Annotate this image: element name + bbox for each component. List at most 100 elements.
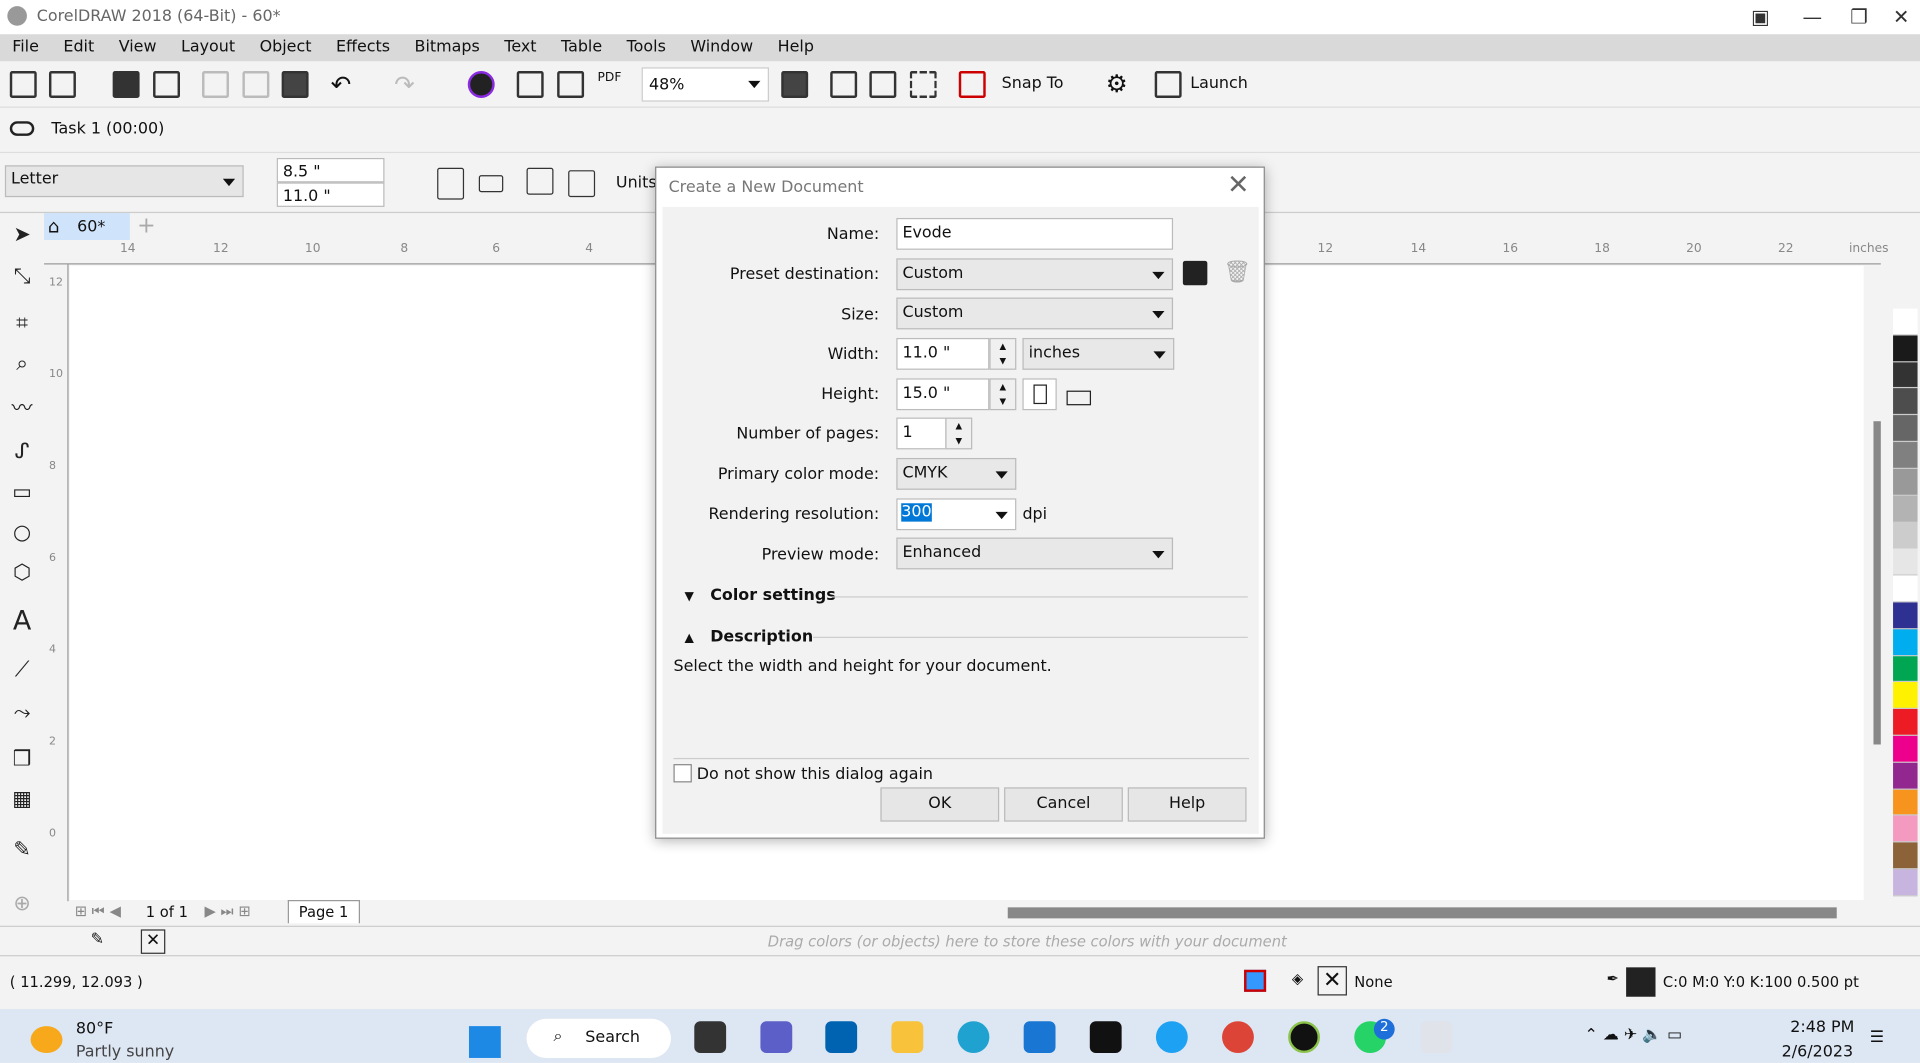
preview-mode-select[interactable]: Enhanced [896,537,1174,570]
palette-swatch[interactable] [1893,602,1918,630]
edge-icon[interactable] [957,1021,990,1054]
outline-pen-icon[interactable]: ✒ [1607,970,1619,987]
expand-arrow-icon[interactable]: ▼ [684,590,693,603]
palette-swatch[interactable] [1893,762,1918,790]
ellipse-tool-icon[interactable]: ○ [10,520,34,544]
menu-tools[interactable]: Tools [614,34,678,61]
horizontal-scrollbar[interactable] [1007,907,1837,919]
artistic-media-icon[interactable]: ᔑ [10,440,34,464]
dont-show-checkbox[interactable] [673,764,692,783]
notifications-icon[interactable]: ☰ [1870,1029,1884,1047]
page-size-select[interactable]: Letter [4,165,244,198]
start-button[interactable] [468,1026,501,1058]
paste-icon[interactable] [281,71,309,98]
task-dropdown[interactable]: Task 1 (00:00) [51,120,164,138]
delete-preset-icon[interactable]: 🗑 [1223,260,1251,286]
menu-file[interactable]: File [0,34,51,61]
restore-button[interactable]: ❐ [1850,5,1868,28]
save-icon[interactable] [112,71,140,98]
crop-tool-icon[interactable]: ⌗ [10,311,34,335]
palette-swatch[interactable] [1893,388,1918,416]
file-explorer-icon[interactable] [891,1021,924,1054]
snipping-tool-icon[interactable] [1420,1021,1453,1054]
add-tool-icon[interactable]: ⊕ [10,891,34,915]
palette-swatch[interactable] [1893,495,1918,523]
collapse-arrow-icon[interactable]: ▲ [684,632,693,645]
all-pages-icon[interactable] [526,167,554,195]
width-spinner[interactable]: ▲ ▼ [989,337,1017,370]
save-preset-icon[interactable] [1182,260,1208,286]
palette-swatch[interactable] [1893,709,1918,736]
pages-input[interactable]: 1 [896,417,947,450]
palette-swatch[interactable] [1893,816,1918,843]
teams-icon[interactable] [760,1021,793,1054]
landscape-icon[interactable] [478,175,504,193]
menu-bitmaps[interactable]: Bitmaps [402,34,492,61]
color-settings-section[interactable]: Color settings [710,587,836,605]
menu-object[interactable]: Object [247,34,323,61]
page-height-input[interactable]: 11.0 " [276,182,385,207]
guidelines-icon[interactable] [909,71,937,98]
name-input[interactable]: Evode [896,217,1174,250]
connector-tool-icon[interactable]: ⤳ [10,700,34,724]
grid-icon[interactable] [869,71,897,98]
landscape-orientation-button[interactable] [1066,390,1092,406]
weather-icon[interactable] [30,1026,63,1054]
palette-swatch[interactable] [1893,442,1918,469]
menu-effects[interactable]: Effects [324,34,403,61]
dialog-close-icon[interactable]: ✕ [1227,170,1250,201]
import-icon[interactable] [516,71,544,98]
twitter-icon[interactable] [1155,1021,1188,1054]
launch-dropdown[interactable]: Launch [1190,75,1248,93]
palette-swatch[interactable] [1893,468,1918,496]
outline-color-swatch[interactable] [1626,967,1656,997]
store-icon[interactable] [825,1021,858,1054]
undo-icon[interactable]: ↶ [331,70,352,99]
shape-tool-icon[interactable]: ⤡ [10,264,34,288]
description-section[interactable]: Description [710,628,813,646]
color-mode-select[interactable]: CMYK [896,457,1017,490]
fill-icon[interactable]: ◈ [1292,970,1303,987]
drop-shadow-icon[interactable]: ❒ [10,747,34,771]
size-select[interactable]: Custom [896,297,1174,330]
palette-swatch[interactable] [1893,575,1918,603]
rectangle-tool-icon[interactable]: ▭ [10,480,34,504]
eyedropper-icon[interactable]: ✎ [91,931,104,949]
pages-spinner[interactable]: ▲ ▼ [945,417,973,450]
task-view-icon[interactable] [694,1021,727,1054]
clock-time[interactable]: 2:48 PM [1790,1019,1854,1037]
taskbar-search[interactable]: ⌕ Search [526,1018,672,1058]
dimension-tool-icon[interactable]: ⟋ [10,658,34,682]
current-page-icon[interactable] [568,170,596,198]
preset-select[interactable]: Custom [896,258,1174,291]
publish-pdf-icon[interactable]: PDF [598,71,622,84]
palette-swatch[interactable] [1893,842,1918,870]
open-icon[interactable] [48,71,76,98]
resolution-combo[interactable]: 300 [896,498,1017,531]
palette-swatch[interactable] [1893,335,1918,362]
help-button[interactable]: Help [1127,787,1247,822]
corel-connect-icon[interactable] [467,71,495,98]
page-width-input[interactable]: 8.5 " [276,157,385,183]
portrait-orientation-button[interactable] [1022,378,1057,411]
menu-table[interactable]: Table [549,34,615,61]
palette-swatch[interactable] [1893,415,1918,443]
no-fill-swatch[interactable]: ✕ [1317,966,1347,996]
palette-swatch[interactable] [1893,735,1918,763]
pick-tool-icon[interactable]: ➤ [10,223,34,247]
minimize-button[interactable]: — [1802,5,1822,28]
snap-off-icon[interactable] [958,71,986,98]
menu-edit[interactable]: Edit [51,34,106,61]
redo-icon[interactable]: ↷ [394,70,415,99]
account-icon[interactable]: ▣ [1751,5,1770,28]
palette-swatch[interactable] [1893,655,1918,683]
export-icon[interactable] [557,71,585,98]
menu-view[interactable]: View [106,34,168,61]
add-tab-icon[interactable]: + [137,213,155,239]
palette-swatch[interactable] [1893,789,1918,817]
full-screen-icon[interactable] [781,71,809,98]
system-tray-icons[interactable]: ⌃ ☁ ✈ 🔈 ▭ [1584,1026,1682,1044]
color-proof-icon[interactable] [1244,969,1267,992]
transparency-icon[interactable]: ▦ [10,787,34,811]
palette-swatch[interactable] [1893,629,1918,656]
